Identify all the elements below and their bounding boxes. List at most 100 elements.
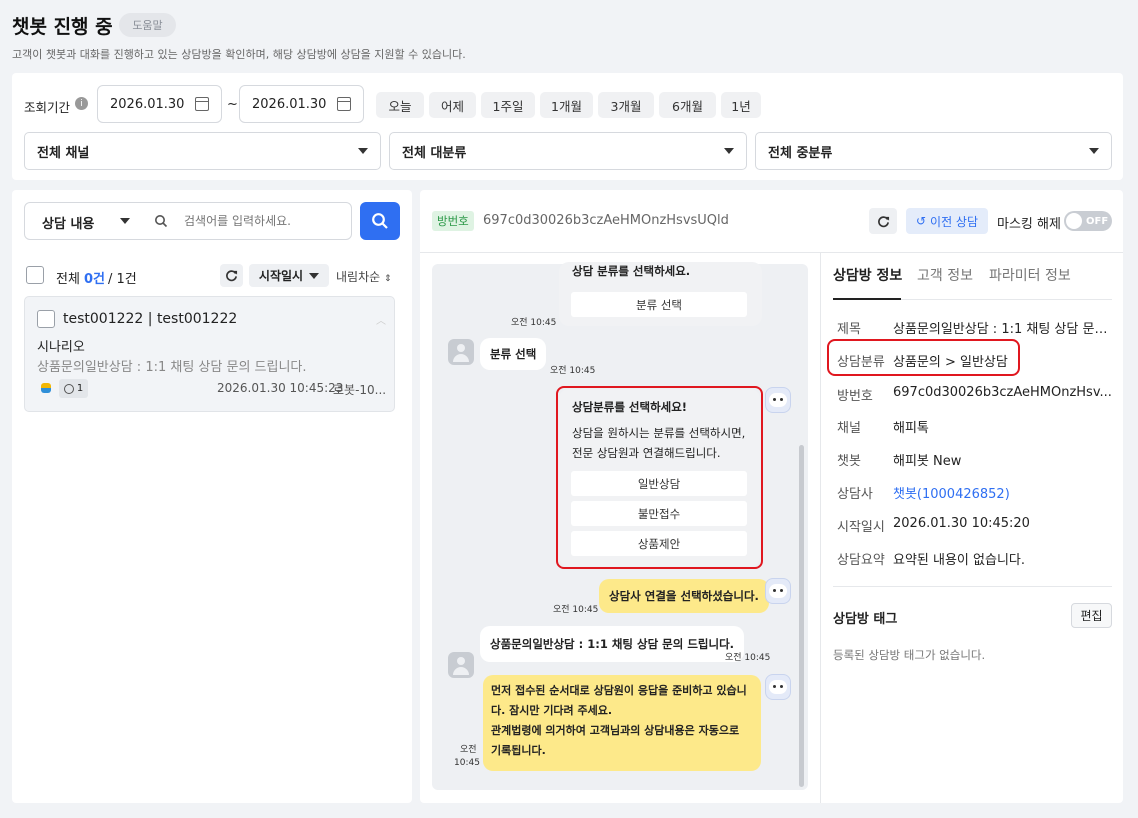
range-6month-button[interactable]: 6개월 xyxy=(659,92,716,118)
period-label: 조회기간 xyxy=(24,100,71,115)
option-general-button[interactable]: 일반상담 xyxy=(571,471,747,496)
bot-face-icon xyxy=(769,680,787,694)
caret-down-icon xyxy=(1089,148,1099,154)
info-value-start-time: 2026.01.30 10:45:20 xyxy=(893,516,1030,531)
major-category-value: 전체 대분류 xyxy=(402,145,467,161)
previous-consult-label: 이전 상담 xyxy=(930,214,979,229)
bot-message: 먼저 접수된 순서대로 상담원이 응답을 준비하고 있습니다. 잠시만 기다려 … xyxy=(483,675,761,771)
info-label-start-time: 시작일시 xyxy=(837,520,885,535)
previous-consult-button[interactable]: ↺ 이전 상담 xyxy=(906,208,988,234)
select-all-checkbox[interactable] xyxy=(26,266,44,284)
range-today-button[interactable]: 오늘 xyxy=(376,92,424,118)
major-category-select[interactable]: 전체 대분류 xyxy=(389,132,747,170)
range-1week-button[interactable]: 1주일 xyxy=(481,92,535,118)
item-checkbox[interactable] xyxy=(37,310,55,328)
tag-section-title: 상담방 태그 xyxy=(833,612,898,627)
chevron-up-icon[interactable]: ︿ xyxy=(376,312,386,327)
info-value-channel: 해피톡 xyxy=(893,421,929,436)
history-icon: ↺ xyxy=(915,214,927,228)
search-button[interactable] xyxy=(360,202,400,240)
item-scenario: 시나리오 xyxy=(37,340,85,355)
message-time: 오전 10:45 xyxy=(553,605,599,615)
search-icon xyxy=(155,215,168,228)
page-title: 챗봇 진행 중 xyxy=(12,16,113,38)
tab-room-info[interactable]: 상담방 정보 xyxy=(833,265,902,285)
info-value-summary: 요약된 내용이 없습니다. xyxy=(893,553,1025,568)
tab-parameter-info[interactable]: 파라미터 정보 xyxy=(989,265,1071,285)
search-type-select[interactable]: 상담 내용 xyxy=(42,213,94,232)
sort-arrows-icon: ⇕ xyxy=(384,274,392,284)
room-id: 697c0d30026b3czAeHMOnzHsvsUQld xyxy=(483,213,729,228)
info-label-summary: 상담요약 xyxy=(837,553,885,568)
selected-count: 0건 xyxy=(84,272,106,287)
range-1year-button[interactable]: 1년 xyxy=(721,92,761,118)
info-icon[interactable]: i xyxy=(75,97,88,110)
info-label-category: 상담분류 xyxy=(837,355,885,370)
calendar-icon xyxy=(337,97,351,111)
date-from-input[interactable]: 2026.01.30 xyxy=(97,85,222,123)
message-time: 10:45 xyxy=(454,758,480,768)
range-3month-button[interactable]: 3개월 xyxy=(598,92,654,118)
user-avatar xyxy=(448,652,474,678)
wait-count-value: 1 xyxy=(76,383,84,394)
tag-empty-text: 등록된 상담방 태그가 없습니다. xyxy=(833,648,986,662)
help-button[interactable]: 도움말 xyxy=(119,13,176,37)
category-select-button[interactable]: 분류 선택 xyxy=(571,292,747,317)
masking-toggle[interactable]: OFF xyxy=(1064,211,1112,231)
bot-avatar xyxy=(765,387,791,413)
menu-body: 상담을 원하시는 분류를 선택하시면, 전문 상담원과 연결해드립니다. xyxy=(572,426,746,460)
search-icon xyxy=(372,213,388,229)
info-value-title: 상품문의일반상담 : 1:1 채팅 상담 문의 ... xyxy=(893,322,1112,337)
refresh-icon xyxy=(226,270,238,282)
tag-edit-button[interactable]: 편집 xyxy=(1071,603,1112,628)
mid-category-select[interactable]: 전체 중분류 xyxy=(755,132,1112,170)
date-to-value: 2026.01.30 xyxy=(252,96,327,112)
info-label-channel: 채널 xyxy=(837,421,861,436)
wait-count-badge: 1 xyxy=(59,379,88,398)
caret-down-icon[interactable] xyxy=(120,218,130,224)
refresh-icon xyxy=(877,215,889,227)
channel-select-value: 전체 채널 xyxy=(37,145,90,161)
tab-customer-info[interactable]: 고객 정보 xyxy=(917,265,973,285)
sort-order-label: 내림차순 xyxy=(336,270,381,284)
sort-order-toggle[interactable]: 내림차순 ⇕ xyxy=(336,268,392,285)
user-message: 분류 선택 xyxy=(480,338,547,370)
date-to-input[interactable]: 2026.01.30 xyxy=(239,85,364,123)
range-1month-button[interactable]: 1개월 xyxy=(540,92,593,118)
sort-field-label: 시작일시 xyxy=(258,269,304,283)
bot-face-icon xyxy=(769,584,787,598)
info-label-title: 제목 xyxy=(837,322,861,337)
refresh-chat-button[interactable] xyxy=(869,208,897,234)
toggle-knob xyxy=(1066,213,1082,229)
channel-select[interactable]: 전체 채널 xyxy=(24,132,381,170)
section-divider xyxy=(833,586,1112,587)
message-text: 상담 분류를 선택하세요. xyxy=(572,264,691,278)
info-value-room-id: 697c0d30026b3czAeHMOnzHsv... xyxy=(893,385,1112,400)
item-summary: 상품문의일반상담 : 1:1 채팅 상담 문의 드립니다. xyxy=(37,360,307,375)
toggle-state: OFF xyxy=(1086,215,1109,227)
refresh-list-button[interactable] xyxy=(220,264,243,287)
info-value-agent-link[interactable]: 챗봇(1000426852) xyxy=(893,483,1112,502)
chat-scrollbar[interactable] xyxy=(799,445,804,787)
total-count: / 1건 xyxy=(108,272,137,287)
info-label-room-id: 방번호 xyxy=(837,389,873,404)
caret-down-icon xyxy=(724,148,734,154)
bot-avatar xyxy=(765,578,791,604)
item-title: test001222 | test001222 xyxy=(63,311,238,327)
masking-label: 마스킹 해제 xyxy=(997,217,1061,232)
option-product-button[interactable]: 상품제안 xyxy=(571,531,747,556)
active-tab-indicator xyxy=(833,298,901,300)
user-message: 상품문의일반상담 : 1:1 채팅 상담 문의 드립니다. xyxy=(480,626,745,662)
total-label: 전체 xyxy=(56,272,80,287)
bot-avatar xyxy=(765,674,791,700)
option-complaint-button[interactable]: 불만접수 xyxy=(571,501,747,526)
message-time: 오전 xyxy=(460,745,477,755)
sort-field-select[interactable]: 시작일시 xyxy=(249,264,329,287)
room-number-badge: 방번호 xyxy=(432,211,474,231)
range-yesterday-button[interactable]: 어제 xyxy=(429,92,476,118)
info-value-category: 상품문의 > 일반상담 xyxy=(893,355,1008,370)
clock-icon xyxy=(63,383,74,394)
search-input[interactable] xyxy=(184,210,344,232)
caret-down-icon xyxy=(358,148,368,154)
page-subtitle: 고객이 챗봇과 대화를 진행하고 있는 상담방을 확인하며, 해당 상담방에 상… xyxy=(12,48,466,61)
